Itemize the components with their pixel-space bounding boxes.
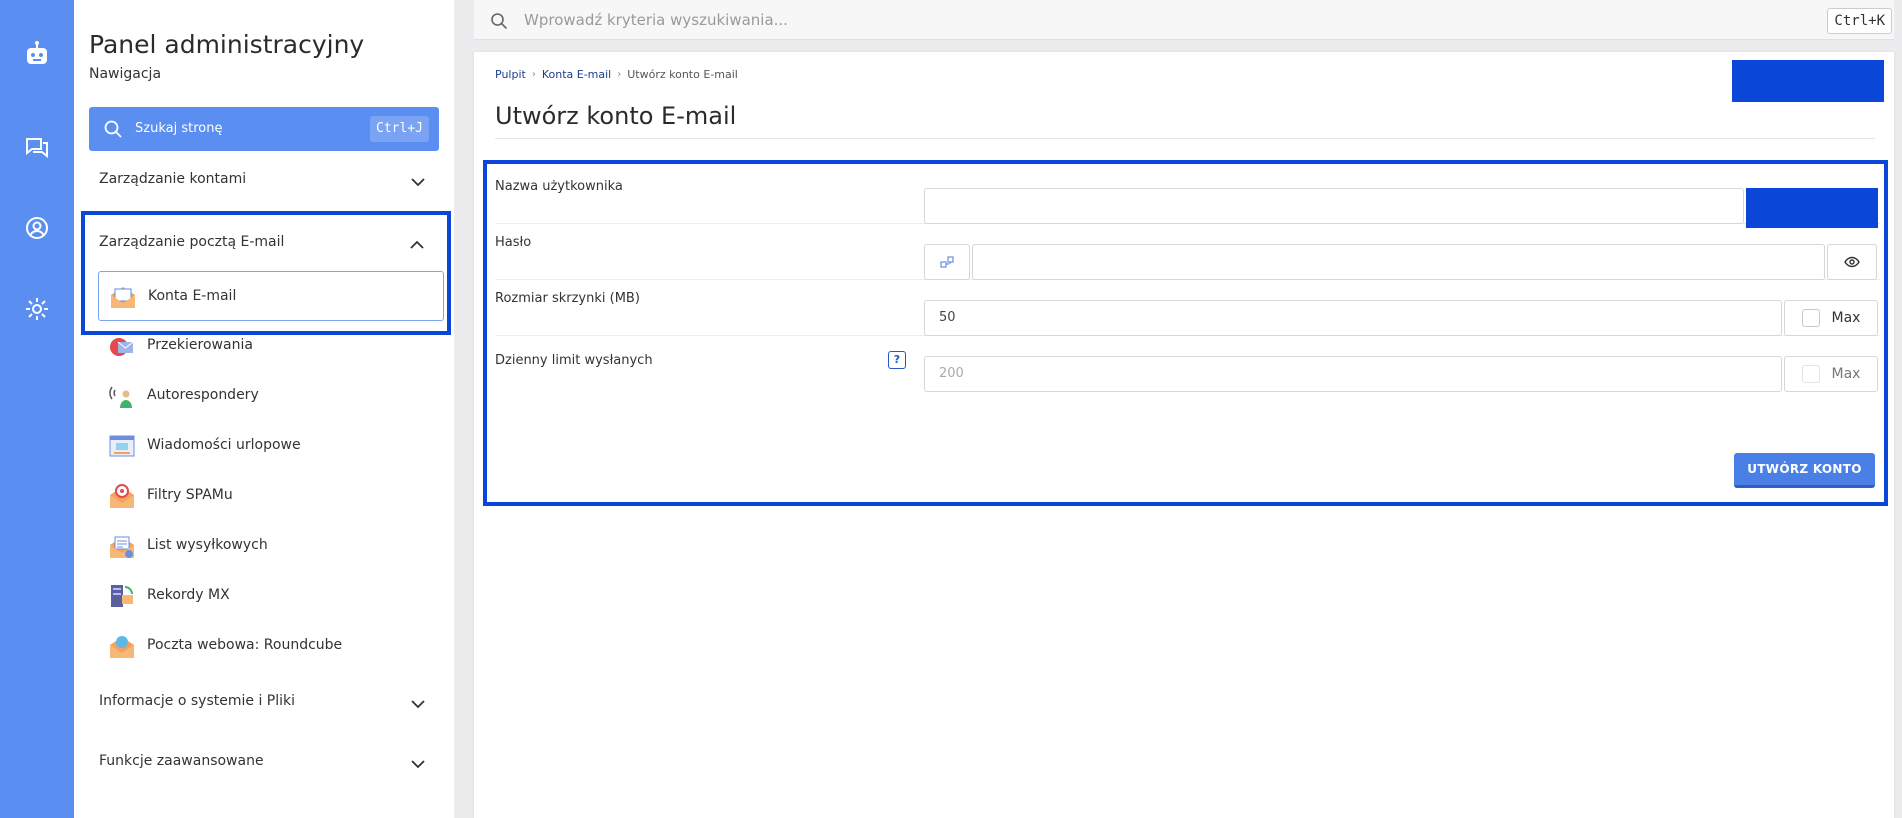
username-field[interactable] — [924, 188, 1744, 224]
quota-max-checkbox[interactable] — [1801, 309, 1820, 327]
sidebar-item-mailing-lists[interactable]: List wysyłkowych — [98, 521, 444, 571]
sidebar: Panel administracyjny Nawigacja Szukaj s… — [74, 0, 454, 818]
create-account-button[interactable]: UTWÓRZ KONTO — [1734, 453, 1875, 488]
breadcrumb-current: Utwórz konto E-mail — [627, 68, 738, 81]
breadcrumb-link-dashboard[interactable]: Pulpit — [495, 68, 526, 81]
section-label: Zarządzanie kontami — [99, 171, 247, 187]
sidebar-item-email-accounts[interactable]: Konta E-mail — [98, 271, 444, 321]
chevron-down-icon — [410, 694, 426, 713]
daily-limit-max-label: Max — [1831, 366, 1861, 382]
quota-max-toggle[interactable]: Max — [1784, 300, 1878, 336]
username-label: Nazwa użytkownika — [495, 179, 623, 194]
daily-limit-field[interactable]: 200 — [924, 356, 1782, 392]
quota-field[interactable]: 50 — [924, 300, 1782, 336]
section-advanced[interactable]: Funkcje zaawansowane — [74, 732, 454, 792]
breadcrumb-link-email-accounts[interactable]: Konta E-mail — [542, 68, 611, 81]
vacation-message-icon — [109, 433, 135, 459]
robot-icon[interactable] — [21, 38, 53, 70]
chat-icon[interactable] — [21, 131, 53, 163]
daily-limit-label: Dzienny limit wysłanych — [495, 353, 653, 368]
help-icon[interactable]: ? — [888, 351, 906, 369]
generate-password-button[interactable] — [924, 244, 970, 280]
quota-max-label: Max — [1831, 310, 1861, 326]
sidebar-item-label: Filtry SPAMu — [147, 487, 233, 503]
main-card: Pulpit › Konta E-mail › Utwórz konto E-m… — [474, 52, 1894, 818]
mx-record-icon — [109, 583, 135, 609]
sidebar-item-label: Autorespondery — [147, 387, 259, 403]
quota-label: Rozmiar skrzynki (MB) — [495, 291, 640, 306]
domain-select[interactable] — [1746, 188, 1878, 228]
mailing-list-icon — [109, 533, 135, 559]
page-search-label: Szukaj stronę — [135, 121, 223, 136]
sidebar-title: Panel administracyjny — [89, 30, 365, 59]
search-icon — [490, 12, 508, 34]
chevron-down-icon — [410, 754, 426, 773]
sidebar-item-label: Poczta webowa: Roundcube — [147, 637, 343, 653]
sidebar-item-label: List wysyłkowych — [147, 537, 268, 553]
sidebar-item-label: Wiadomości urlopowe — [147, 437, 301, 453]
icon-rail — [0, 0, 74, 818]
forward-icon — [109, 333, 135, 359]
daily-limit-max-checkbox[interactable] — [1801, 365, 1820, 383]
sidebar-item-label: Konta E-mail — [148, 288, 237, 304]
section-label: Zarządzanie pocztą E-mail — [99, 234, 285, 250]
user-icon[interactable] — [21, 212, 53, 244]
eye-icon — [1844, 253, 1860, 272]
sidebar-item-spam-filters[interactable]: Filtry SPAMu — [98, 471, 444, 521]
sidebar-item-forwarders[interactable]: Przekierowania — [98, 321, 444, 371]
chevron-right-icon: › — [617, 69, 622, 80]
chevron-down-icon — [410, 172, 426, 191]
sidebar-item-mx-records[interactable]: Rekordy MX — [98, 571, 444, 621]
sidebar-subtitle: Nawigacja — [89, 66, 162, 82]
page-search-button[interactable]: Szukaj stronę Ctrl+J — [89, 107, 439, 151]
divider — [495, 138, 1875, 139]
roundcube-icon — [109, 633, 135, 659]
global-search-bar: Ctrl+K — [474, 0, 1894, 40]
chevron-up-icon — [409, 235, 425, 254]
form-row-quota: Rozmiar skrzynki (MB) 50 Max — [495, 280, 1880, 336]
password-label: Hasło — [495, 235, 532, 250]
section-label: Informacje o systemie i Pliki — [99, 693, 296, 709]
global-search-input[interactable] — [524, 8, 1774, 32]
sidebar-item-autoresponders[interactable]: Autorespondery — [98, 371, 444, 421]
global-search-shortcut: Ctrl+K — [1827, 8, 1892, 34]
form-row-daily-limit: Dzienny limit wysłanych ? 200 Max — [495, 336, 1880, 392]
page-title: Utwórz konto E-mail — [495, 102, 737, 130]
form-row-password: Hasło — [495, 224, 1880, 280]
sidebar-item-label: Rekordy MX — [147, 587, 230, 603]
spam-filter-icon — [109, 483, 135, 509]
form-row-username: Nazwa użytkownika — [495, 168, 1880, 228]
toggle-password-visibility-button[interactable] — [1827, 244, 1877, 280]
search-icon — [103, 119, 123, 143]
sidebar-item-roundcube[interactable]: Poczta webowa: Roundcube — [98, 621, 444, 671]
settings-icon[interactable] — [21, 293, 53, 325]
daily-limit-max-toggle[interactable]: Max — [1784, 356, 1878, 392]
chevron-right-icon: › — [531, 69, 536, 80]
password-field[interactable] — [972, 244, 1825, 280]
create-account-form: Nazwa użytkownika Hasło Rozmiar skrzynki… — [483, 160, 1888, 506]
sidebar-item-vacation-messages[interactable]: Wiadomości urlopowe — [98, 421, 444, 471]
breadcrumb: Pulpit › Konta E-mail › Utwórz konto E-m… — [495, 68, 738, 81]
autoresponder-icon — [109, 383, 135, 409]
section-account-management[interactable]: Zarządzanie kontami — [74, 150, 454, 210]
page-search-shortcut: Ctrl+J — [370, 116, 429, 142]
highlight-box — [1732, 60, 1884, 102]
mail-open-icon — [110, 284, 136, 310]
sidebar-item-label: Przekierowania — [147, 337, 253, 353]
section-label: Funkcje zaawansowane — [99, 753, 264, 769]
section-system-info[interactable]: Informacje o systemie i Pliki — [74, 672, 454, 732]
key-generate-icon — [940, 253, 954, 272]
